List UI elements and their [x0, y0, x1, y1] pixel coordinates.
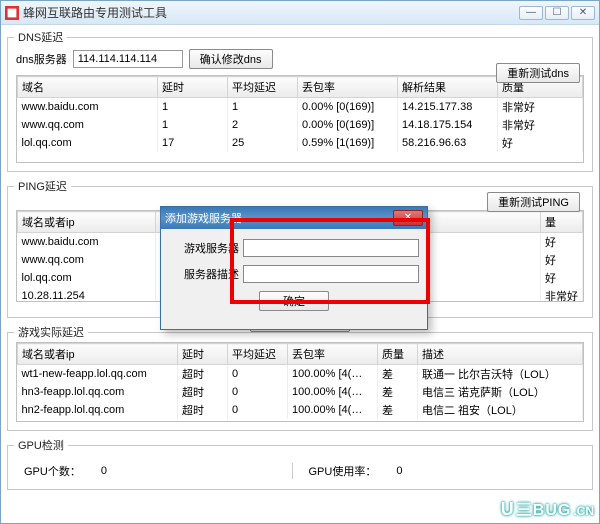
- game-th-host[interactable]: 域名或者ip: [18, 344, 178, 365]
- gpu-usage-value: 0: [396, 465, 402, 477]
- table-row[interactable]: hn3-feapp.lol.qq.com超时0100.00% [4(…差电信三 …: [18, 383, 583, 401]
- minimize-button[interactable]: —: [519, 6, 543, 20]
- game-server-label: 游戏服务器: [169, 240, 243, 256]
- game-th-desc[interactable]: 描述: [418, 344, 583, 365]
- ping-th-host[interactable]: 域名或者ip: [18, 212, 156, 233]
- app-icon: [5, 6, 19, 20]
- watermark: U 三BUG .CN: [501, 496, 594, 520]
- titlebar: 蜂网互联路由专用测试工具 — ☐ ✕: [1, 1, 599, 25]
- retest-ping-button[interactable]: 重新测试PING: [487, 192, 580, 212]
- dialog-close-button[interactable]: ✕: [393, 210, 423, 226]
- window-title: 蜂网互联路由专用测试工具: [23, 4, 519, 21]
- game-table: 域名或者ip 延时 平均延迟 丢包率 质量 描述 wt1-new-feapp.l…: [16, 342, 584, 422]
- dns-server-input[interactable]: [73, 50, 183, 68]
- dns-th-avg[interactable]: 平均延迟: [228, 77, 298, 98]
- dns-th-domain[interactable]: 域名: [18, 77, 158, 98]
- game-th-lat[interactable]: 延时: [178, 344, 228, 365]
- dns-th-loss[interactable]: 丢包率: [298, 77, 398, 98]
- game-th-loss[interactable]: 丢包率: [288, 344, 378, 365]
- dns-table: 域名 延时 平均延迟 丢包率 解析结果 质量 www.baidu.com110.…: [16, 75, 584, 163]
- table-row[interactable]: www.baidu.com110.00% [0(169)]14.215.177.…: [18, 98, 583, 117]
- game-th-avg[interactable]: 平均延迟: [228, 344, 288, 365]
- game-section: 游戏实际延迟 域名或者ip 延时 平均延迟 丢包率 质量 描述 wt1-new-…: [7, 324, 593, 431]
- table-row[interactable]: hn2-feapp.lol.qq.com超时0100.00% [4(…差电信二 …: [18, 401, 583, 419]
- dialog-ok-button[interactable]: 确定: [259, 291, 329, 311]
- dns-legend: DNS延迟: [14, 29, 67, 45]
- gpu-count-value: 0: [101, 465, 107, 477]
- dns-section: DNS延迟 dns服务器 确认修改dns 重新测试dns 域名 延时 平均延迟 …: [7, 29, 593, 172]
- table-row[interactable]: www.qq.com120.00% [0(169)]14.18.175.154非…: [18, 116, 583, 134]
- ping-legend: PING延迟: [14, 178, 71, 194]
- gpu-count-label: GPU个数：: [24, 463, 81, 479]
- gpu-usage-label: GPU使用率：: [309, 463, 377, 479]
- dialog-title: 添加游戏服务器: [165, 210, 393, 226]
- table-row[interactable]: wt1-new-feapp.lol.qq.com超时0100.00% [4(…差…: [18, 365, 583, 384]
- table-row[interactable]: lol.qq.com17250.59% [1(169)]58.216.96.63…: [18, 134, 583, 152]
- dns-th-latency[interactable]: 延时: [158, 77, 228, 98]
- confirm-dns-button[interactable]: 确认修改dns: [189, 49, 273, 69]
- gpu-legend: GPU检测: [14, 437, 68, 453]
- close-button[interactable]: ✕: [571, 6, 595, 20]
- game-legend: 游戏实际延迟: [14, 324, 88, 340]
- server-desc-label: 服务器描述: [169, 266, 243, 282]
- server-desc-input[interactable]: [243, 265, 419, 283]
- retest-dns-button[interactable]: 重新测试dns: [496, 63, 580, 83]
- ping-th-qual[interactable]: 量: [541, 212, 583, 233]
- game-th-qual[interactable]: 质量: [378, 344, 418, 365]
- game-server-input[interactable]: [243, 239, 419, 257]
- gpu-section: GPU检测 GPU个数： 0 GPU使用率： 0: [7, 437, 593, 490]
- dns-th-resolve[interactable]: 解析结果: [398, 77, 498, 98]
- maximize-button[interactable]: ☐: [545, 6, 569, 20]
- add-server-dialog: 添加游戏服务器 ✕ 游戏服务器 服务器描述 确定: [160, 206, 428, 330]
- dns-server-label: dns服务器: [16, 51, 67, 67]
